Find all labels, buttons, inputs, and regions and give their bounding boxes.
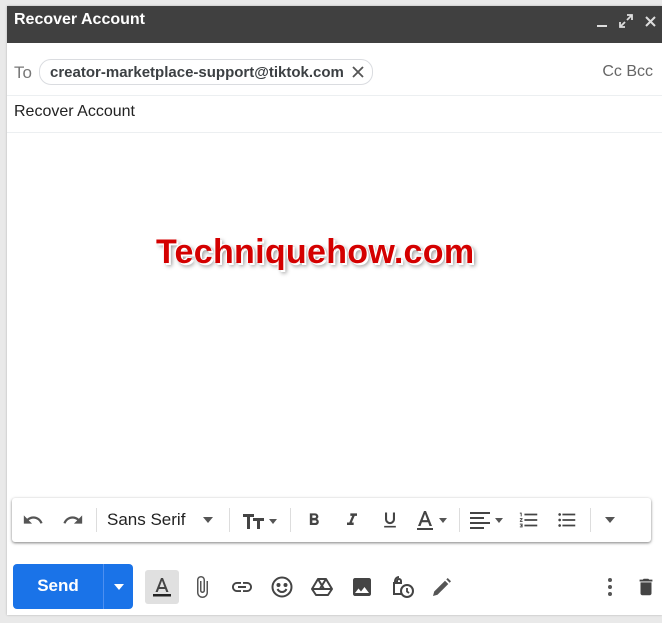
attach-icon[interactable] — [185, 570, 219, 604]
more-options-icon[interactable] — [593, 570, 627, 604]
chevron-down-icon — [203, 517, 214, 523]
chevron-down-icon — [113, 583, 124, 590]
align-icon[interactable] — [464, 504, 510, 536]
watermark-text: Techniquehow.com — [156, 233, 475, 271]
toolbar-divider — [290, 508, 291, 532]
compose-titlebar[interactable]: Recover Account — [7, 6, 662, 43]
compose-window: Recover Account To creator-marketplace-s… — [7, 6, 662, 615]
to-label: To — [14, 63, 32, 82]
remove-recipient-icon[interactable] — [348, 62, 368, 82]
text-color-icon[interactable] — [409, 504, 455, 536]
recipients-row[interactable]: To creator-marketplace-support@tiktok.co… — [7, 50, 662, 96]
redo-icon[interactable] — [54, 504, 92, 536]
schedule-send-dropdown[interactable] — [104, 564, 133, 609]
bold-icon[interactable] — [295, 504, 333, 536]
font-family-select[interactable]: Sans Serif — [101, 504, 225, 536]
more-formatting-icon[interactable] — [595, 504, 625, 536]
undo-icon[interactable] — [12, 504, 54, 536]
formatting-options-icon[interactable] — [145, 570, 179, 604]
drive-icon[interactable] — [305, 570, 339, 604]
formatting-toolbar: Sans Serif — [12, 498, 651, 542]
recipient-chip[interactable]: creator-marketplace-support@tiktok.com — [39, 59, 373, 85]
underline-icon[interactable] — [371, 504, 409, 536]
subject-field[interactable]: Recover Account — [14, 103, 135, 121]
subject-row[interactable]: Recover Account — [7, 96, 662, 133]
photo-icon[interactable] — [345, 570, 379, 604]
toolbar-divider — [590, 508, 591, 532]
link-icon[interactable] — [225, 570, 259, 604]
discard-icon[interactable] — [629, 570, 662, 604]
window-title: Recover Account — [14, 11, 145, 28]
fullscreen-icon[interactable] — [614, 10, 638, 32]
italic-icon[interactable] — [333, 504, 371, 536]
compose-bottom-toolbar: Send — [7, 564, 662, 610]
message-body[interactable]: Techniquehow.com — [7, 133, 662, 493]
toolbar-divider — [229, 508, 230, 532]
cc-bcc-link[interactable]: Cc Bcc — [602, 63, 653, 81]
minimize-icon[interactable] — [590, 10, 614, 32]
send-button[interactable]: Send — [13, 576, 103, 596]
numbered-list-icon[interactable] — [510, 504, 548, 536]
confidential-mode-icon[interactable] — [385, 570, 419, 604]
close-icon[interactable] — [638, 10, 662, 32]
toolbar-divider — [459, 508, 460, 532]
recipient-email: creator-marketplace-support@tiktok.com — [50, 63, 344, 81]
bulleted-list-icon[interactable] — [548, 504, 586, 536]
signature-icon[interactable] — [425, 570, 459, 604]
text-size-icon[interactable] — [234, 504, 286, 536]
emoji-icon[interactable] — [265, 570, 299, 604]
send-button-group: Send — [13, 564, 133, 609]
font-family-value: Sans Serif — [107, 510, 186, 529]
toolbar-divider — [96, 508, 97, 532]
